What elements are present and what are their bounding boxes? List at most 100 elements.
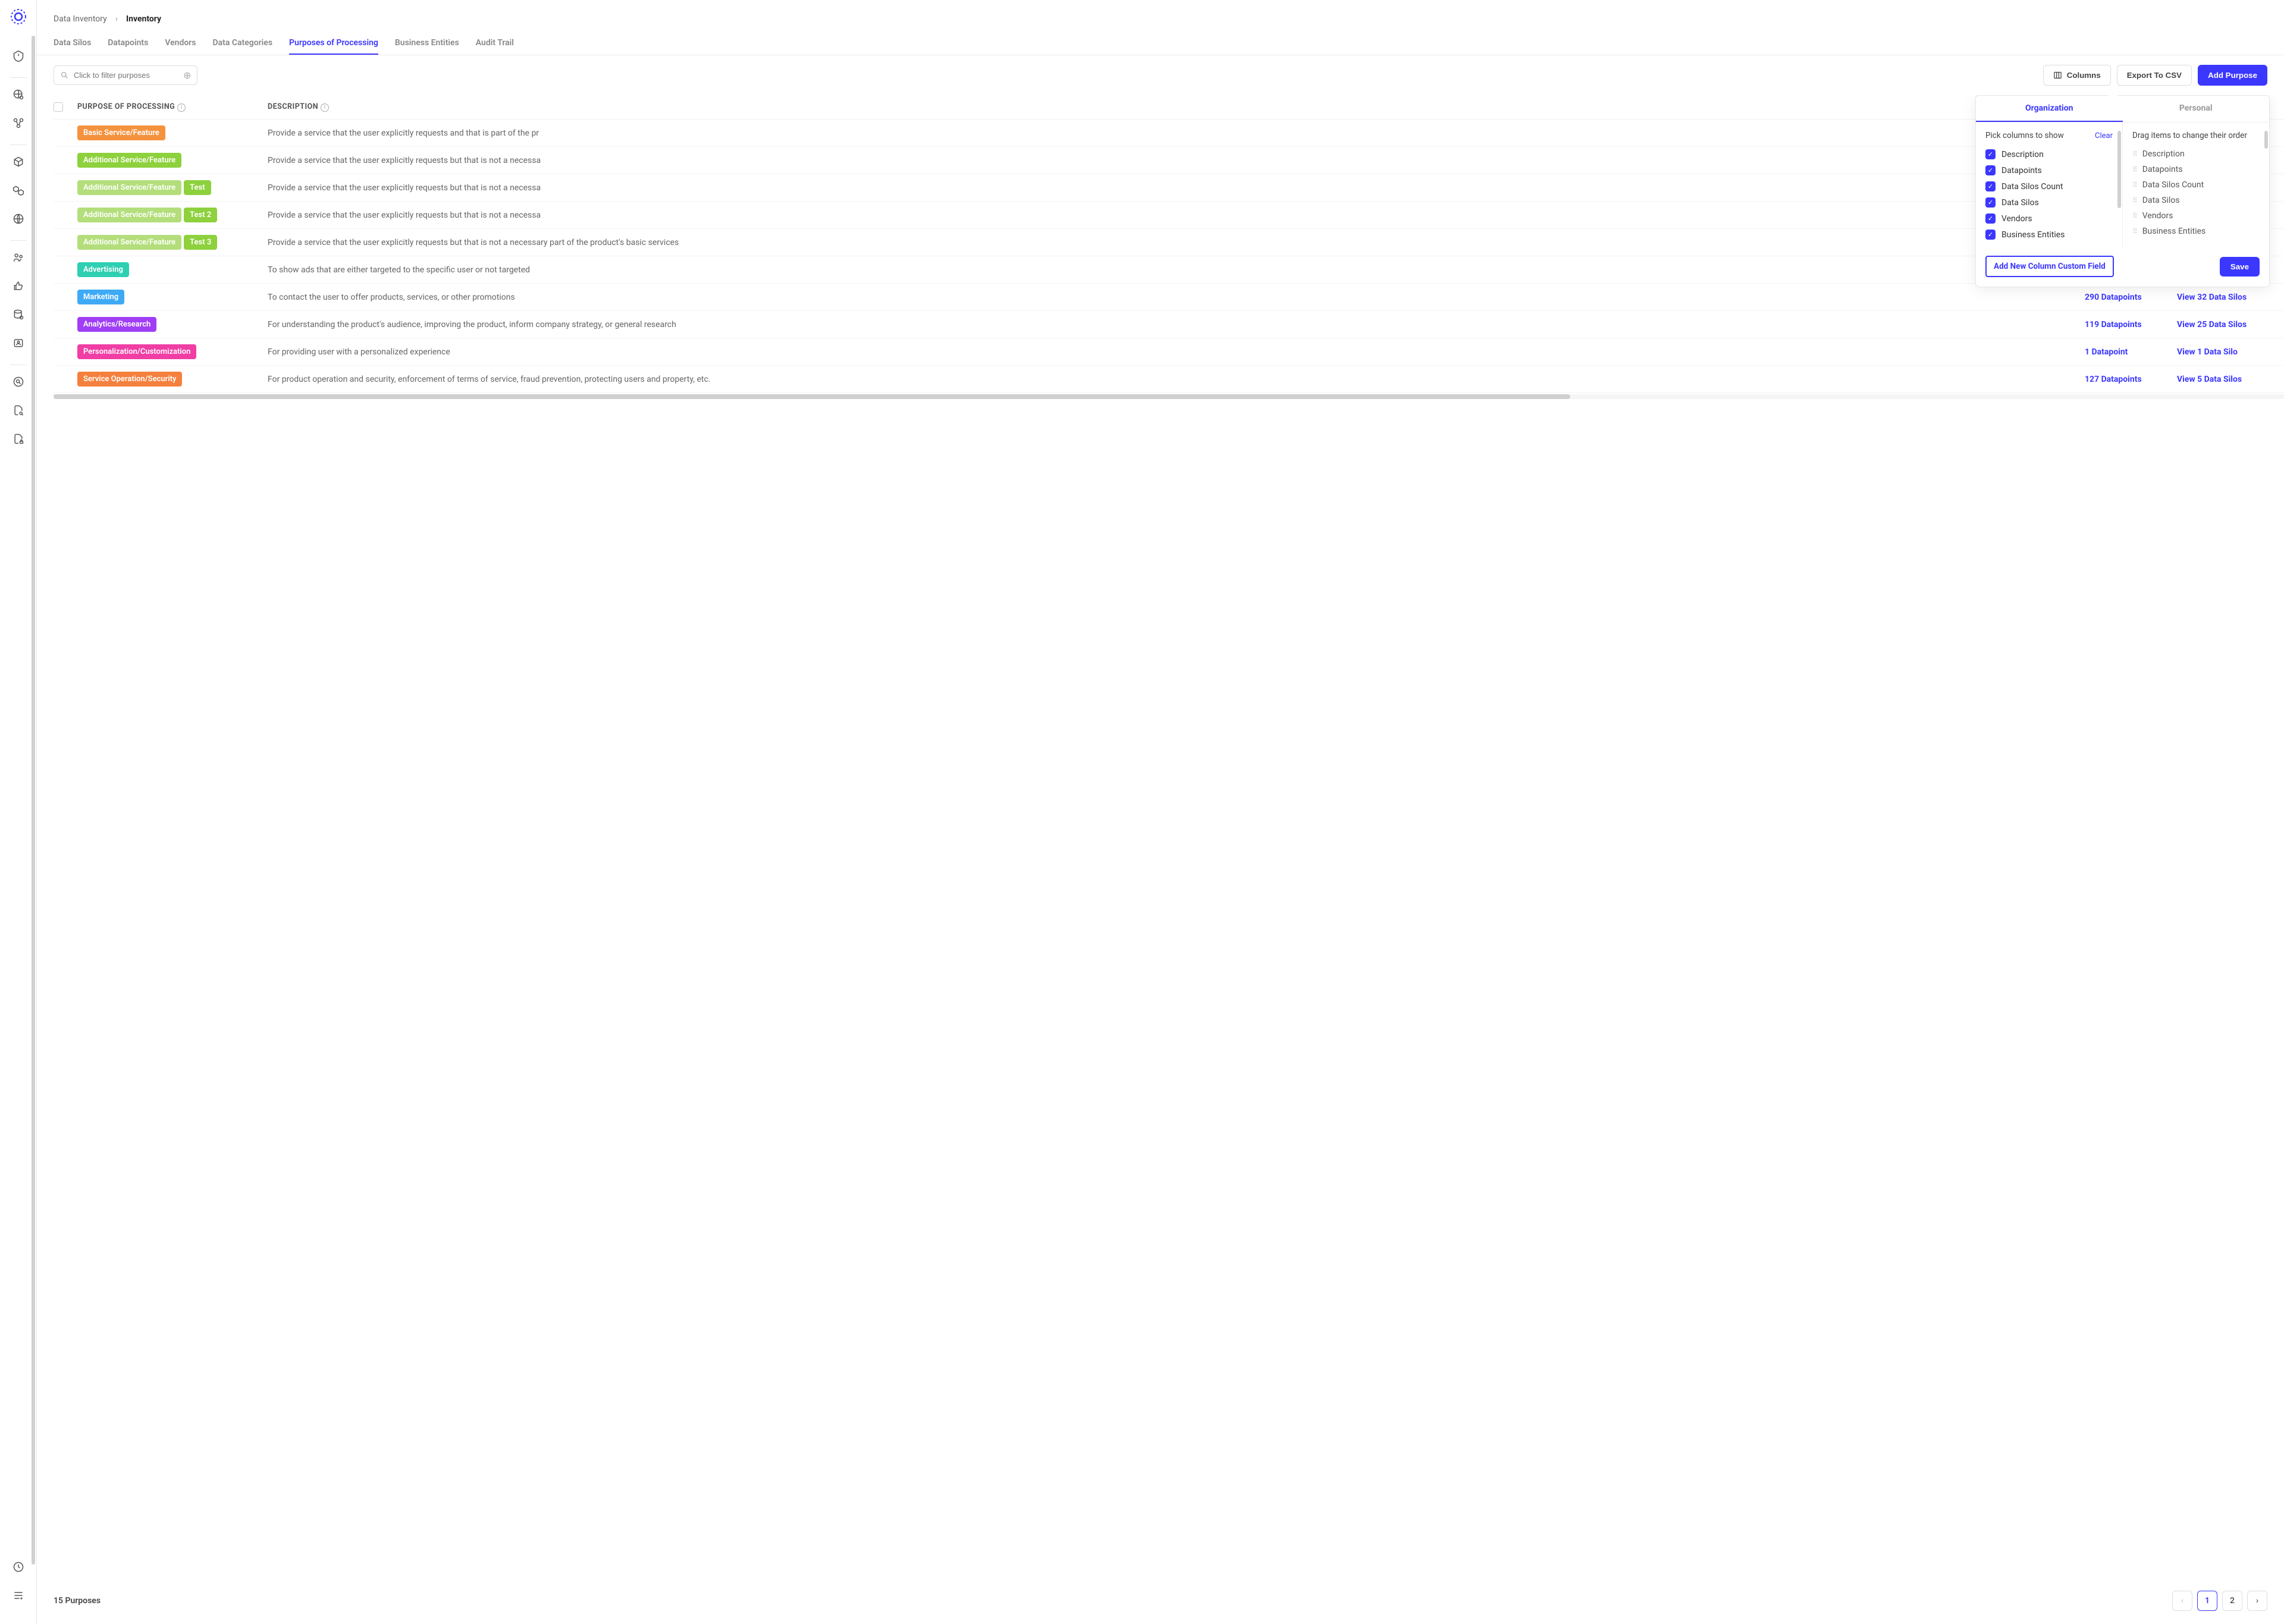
datapoints-link[interactable]: 1 Datapoint <box>2085 347 2128 357</box>
table-row[interactable]: Analytics/ResearchFor understanding the … <box>54 311 2284 338</box>
boxes-icon[interactable] <box>7 178 30 202</box>
settings-list-icon[interactable] <box>7 1584 30 1607</box>
purpose-badge[interactable]: Analytics/Research <box>77 317 156 332</box>
filter-input[interactable] <box>74 71 178 80</box>
column-checkbox-row[interactable]: ✓Vendors <box>1985 211 2113 227</box>
purpose-badge[interactable]: Test 3 <box>184 235 217 250</box>
datasilos-link[interactable]: View 25 Data Silos <box>2177 320 2247 329</box>
column-drag-row[interactable]: ⠿Data Silos <box>2132 193 2260 208</box>
add-filter-icon[interactable]: ⊕ <box>183 70 191 81</box>
datasilos-link[interactable]: View 5 Data Silos <box>2177 375 2242 384</box>
tab-data-categories[interactable]: Data Categories <box>213 32 273 55</box>
datapoints-link[interactable]: 119 Datapoints <box>2085 320 2142 329</box>
tab-audit-trail[interactable]: Audit Trail <box>476 32 514 55</box>
globe-icon[interactable] <box>7 207 30 231</box>
info-icon[interactable]: i <box>321 103 329 112</box>
table-row[interactable]: AdvertisingTo show ads that are either t… <box>54 256 2284 284</box>
table-row[interactable]: Additional Service/FeatureTest 2Provide … <box>54 202 2284 229</box>
tab-business-entities[interactable]: Business Entities <box>395 32 459 55</box>
drag-handle-icon[interactable]: ⠿ <box>2132 196 2136 205</box>
checkbox-icon[interactable]: ✓ <box>1985 181 1996 191</box>
database-icon[interactable] <box>7 303 30 326</box>
page-button-1[interactable]: 1 <box>2197 1591 2217 1611</box>
file-lock-icon[interactable] <box>7 427 30 451</box>
tab-data-silos[interactable]: Data Silos <box>54 32 91 55</box>
tab-purposes-of-processing[interactable]: Purposes of Processing <box>289 32 378 55</box>
next-page-button[interactable]: › <box>2247 1591 2267 1611</box>
table-row[interactable]: Service Operation/SecurityFor product op… <box>54 366 2284 393</box>
column-drag-row[interactable]: ⠿Description <box>2132 146 2260 162</box>
table-row[interactable]: Additional Service/FeatureTestProvide a … <box>54 174 2284 202</box>
action-items-icon[interactable] <box>7 44 30 68</box>
sidebar-scrollbar[interactable] <box>32 36 35 1565</box>
column-drag-row[interactable]: ⠿Business Entities <box>2132 224 2260 239</box>
purpose-badge[interactable]: Personalization/Customization <box>77 344 196 359</box>
info-icon[interactable]: i <box>177 103 186 112</box>
datapoints-link[interactable]: 127 Datapoints <box>2085 375 2142 384</box>
thumbs-icon[interactable] <box>7 274 30 298</box>
popover-tab-personal[interactable]: Personal <box>2123 96 2270 122</box>
checkbox-icon[interactable]: ✓ <box>1985 149 1996 159</box>
popover-tab-organization[interactable]: Organization <box>1976 96 2123 122</box>
graph-icon[interactable] <box>7 111 30 135</box>
datasilos-link[interactable]: View 1 Data Silo <box>2177 347 2238 357</box>
refresh-icon[interactable] <box>7 1555 30 1579</box>
checkbox-icon[interactable]: ✓ <box>1985 213 1996 224</box>
column-checkbox-row[interactable]: ✓Datapoints <box>1985 162 2113 178</box>
horizontal-scrollbar[interactable] <box>54 394 2284 399</box>
prev-page-button[interactable]: ‹ <box>2172 1591 2192 1611</box>
popover-right-scrollbar[interactable] <box>2264 131 2268 149</box>
app-logo[interactable] <box>9 7 28 26</box>
table-row[interactable]: MarketingTo contact the user to offer pr… <box>54 284 2284 311</box>
export-csv-button[interactable]: Export To CSV <box>2117 65 2192 86</box>
datasilos-link[interactable]: View 32 Data Silos <box>2177 293 2247 302</box>
column-drag-row[interactable]: ⠿Data Silos Count <box>2132 177 2260 193</box>
drag-handle-icon[interactable]: ⠿ <box>2132 212 2136 220</box>
purpose-badge[interactable]: Advertising <box>77 262 129 277</box>
header-purpose[interactable]: PURPOSE OF PROCESSINGi <box>77 102 268 112</box>
column-drag-row[interactable]: ⠿Datapoints <box>2132 162 2260 177</box>
id-card-icon[interactable] <box>7 331 30 355</box>
table-row[interactable]: Personalization/CustomizationFor providi… <box>54 338 2284 366</box>
checkbox-icon[interactable]: ✓ <box>1985 165 1996 175</box>
purpose-badge[interactable]: Marketing <box>77 290 124 304</box>
purpose-badge[interactable]: Test 2 <box>184 208 217 222</box>
datapoints-link[interactable]: 290 Datapoints <box>2085 293 2142 302</box>
drag-handle-icon[interactable]: ⠿ <box>2132 165 2136 174</box>
select-all-checkbox[interactable] <box>54 102 63 112</box>
column-drag-row[interactable]: ⠿Vendors <box>2132 208 2260 224</box>
purpose-badge[interactable]: Service Operation/Security <box>77 372 182 387</box>
tab-datapoints[interactable]: Datapoints <box>108 32 148 55</box>
column-checkbox-row[interactable]: ✓Data Silos Count <box>1985 178 2113 194</box>
checkbox-icon[interactable]: ✓ <box>1985 197 1996 208</box>
globe-settings-icon[interactable] <box>7 83 30 106</box>
tab-vendors[interactable]: Vendors <box>165 32 196 55</box>
file-search-icon[interactable] <box>7 398 30 422</box>
table-row[interactable]: Additional Service/FeatureProvide a serv… <box>54 147 2284 174</box>
purpose-badge[interactable]: Basic Service/Feature <box>77 125 165 140</box>
drag-handle-icon[interactable]: ⠿ <box>2132 150 2136 158</box>
box-icon[interactable] <box>7 150 30 174</box>
column-checkbox-row[interactable]: ✓Business Entities <box>1985 227 2113 243</box>
drag-handle-icon[interactable]: ⠿ <box>2132 227 2136 235</box>
header-description[interactable]: DESCRIPTIONi <box>268 102 2085 112</box>
popover-left-scrollbar[interactable] <box>2117 131 2121 208</box>
people-icon[interactable] <box>7 246 30 269</box>
search-circle-icon[interactable] <box>7 370 30 394</box>
purpose-badge[interactable]: Additional Service/Feature <box>77 235 181 250</box>
table-row[interactable]: Additional Service/FeatureTest 3Provide … <box>54 229 2284 256</box>
save-columns-button[interactable]: Save <box>2220 257 2260 277</box>
add-custom-field-button[interactable]: Add New Column Custom Field <box>1985 256 2114 277</box>
add-purpose-button[interactable]: Add Purpose <box>2198 65 2267 86</box>
page-button-2[interactable]: 2 <box>2222 1591 2242 1611</box>
column-checkbox-row[interactable]: ✓Data Silos <box>1985 194 2113 211</box>
purpose-badge[interactable]: Additional Service/Feature <box>77 153 181 168</box>
column-checkbox-row[interactable]: ✓Description <box>1985 146 2113 162</box>
table-row[interactable]: Basic Service/FeatureProvide a service t… <box>54 120 2284 147</box>
purpose-badge[interactable]: Additional Service/Feature <box>77 208 181 222</box>
clear-columns-link[interactable]: Clear <box>2095 131 2113 140</box>
drag-handle-icon[interactable]: ⠿ <box>2132 181 2136 189</box>
checkbox-icon[interactable]: ✓ <box>1985 230 1996 240</box>
breadcrumb-parent[interactable]: Data Inventory <box>54 14 107 24</box>
purpose-badge[interactable]: Test <box>184 180 211 195</box>
